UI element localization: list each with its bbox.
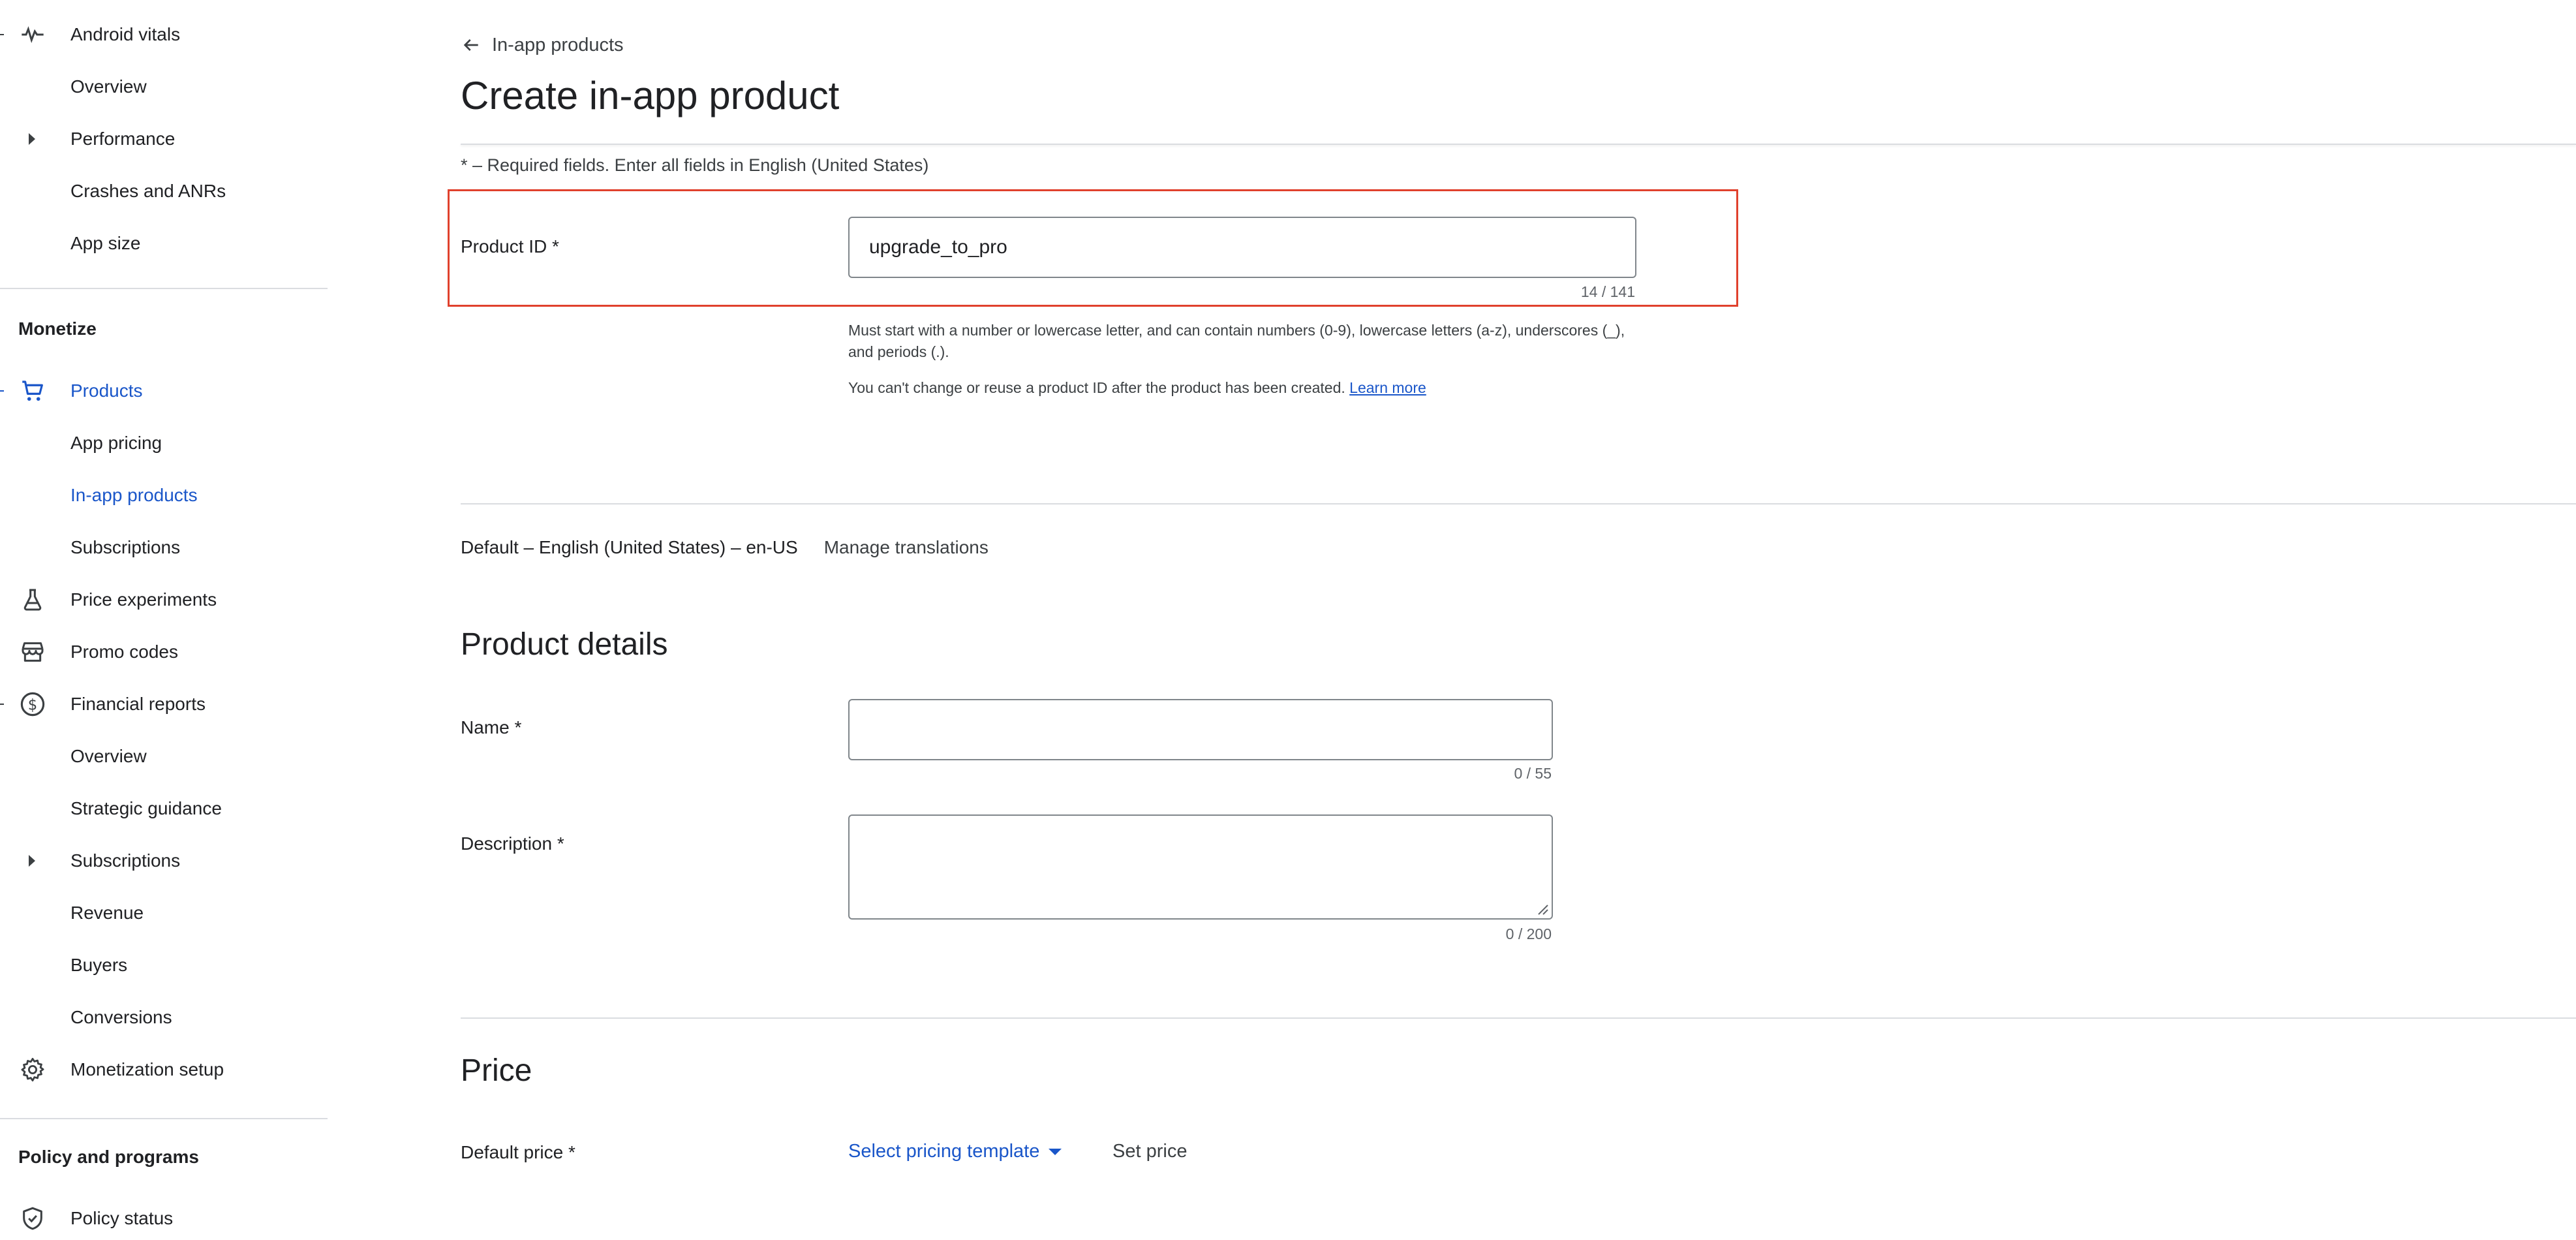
svg-text:$: $ <box>28 696 37 713</box>
sidebar-item-revenue[interactable]: Revenue <box>0 893 328 933</box>
sidebar-item-vitals-overview[interactable]: Overview <box>0 67 328 106</box>
product-id-help: Must start with a number or lowercase le… <box>848 322 1625 360</box>
section-heading-monetize: Monetize <box>18 318 97 339</box>
sidebar-item-label: Subscriptions <box>70 850 181 871</box>
product-id-counter: 14 / 141 <box>1580 283 1635 300</box>
sidebar-item-label: In-app products <box>70 485 198 505</box>
sidebar-divider <box>0 288 328 289</box>
sidebar-item-label: Overview <box>70 746 147 766</box>
vitals-icon <box>18 20 47 49</box>
sidebar-item-conversions[interactable]: Conversions <box>0 998 328 1037</box>
sidebar-item-label: Products <box>70 380 143 401</box>
sidebar-item-label: Subscriptions <box>70 537 181 557</box>
sidebar-item-crashes-anrs[interactable]: Crashes and ANRs <box>0 172 328 211</box>
sidebar-item-performance[interactable]: Performance <box>0 119 328 159</box>
sidebar-item-products[interactable]: Products <box>0 371 328 411</box>
sidebar-item-price-experiments[interactable]: Price experiments <box>0 580 328 619</box>
select-pricing-template-label: Select pricing template <box>848 1141 1040 1162</box>
dollar-circle-icon: $ <box>18 690 47 719</box>
back-link-label: In-app products <box>492 34 624 55</box>
default-price-label: Default price * <box>461 1142 575 1162</box>
sidebar-item-label: Promo codes <box>70 642 178 662</box>
arrow-back-icon <box>461 34 483 56</box>
sidebar-item-label: Buyers <box>70 955 128 975</box>
dropdown-caret-icon <box>1049 1148 1062 1155</box>
header-divider <box>461 144 2576 145</box>
sidebar-item-label: Crashes and ANRs <box>70 181 226 201</box>
sidebar-item-label: Overview <box>70 76 147 97</box>
sidebar-item-promo-codes[interactable]: Promo codes <box>0 632 328 672</box>
expand-indicator <box>0 390 4 392</box>
name-input[interactable] <box>848 699 1553 760</box>
language-row: Default – English (United States) – en-U… <box>461 537 989 558</box>
name-label: Name * <box>461 717 522 737</box>
product-id-warning: You can't change or reuse a product ID a… <box>848 379 1345 396</box>
sidebar-item-app-pricing[interactable]: App pricing <box>0 424 328 463</box>
flask-icon <box>18 585 47 614</box>
expand-indicator <box>0 34 4 35</box>
cart-icon <box>18 377 47 405</box>
manage-translations-button[interactable]: Manage translations <box>824 537 989 558</box>
store-icon <box>18 638 47 666</box>
sidebar-item-label: Performance <box>70 129 176 149</box>
sidebar-item-financial-subscriptions[interactable]: Subscriptions <box>0 841 328 880</box>
default-language: Default – English (United States) – en-U… <box>461 537 798 557</box>
sidebar-item-buyers[interactable]: Buyers <box>0 946 328 985</box>
required-fields-note: * – Required fields. Enter all fields in… <box>461 155 929 175</box>
section-heading-policy: Policy and programs <box>18 1147 199 1167</box>
gear-icon <box>18 1055 47 1084</box>
product-details-title: Product details <box>461 627 668 662</box>
set-price-button[interactable]: Set price <box>1112 1141 1187 1162</box>
sidebar-item-in-app-products[interactable]: In-app products <box>0 476 328 515</box>
sidebar-item-monetization-setup[interactable]: Monetization setup <box>0 1050 328 1089</box>
back-link[interactable]: In-app products <box>461 34 624 56</box>
sidebar-item-label: App pricing <box>70 433 162 453</box>
price-title: Price <box>461 1053 532 1088</box>
sidebar-item-financial-reports[interactable]: $ Financial reports <box>0 685 328 724</box>
sidebar-item-label: Conversions <box>70 1007 172 1027</box>
select-pricing-template-button[interactable]: Select pricing template <box>848 1141 1062 1162</box>
page-title: Create in-app product <box>461 74 840 117</box>
description-counter: 0 / 200 <box>1505 925 1552 942</box>
sidebar-item-financial-overview[interactable]: Overview <box>0 737 328 776</box>
name-counter: 0 / 55 <box>1514 765 1552 782</box>
product-id-input[interactable]: upgrade_to_pro <box>848 217 1636 278</box>
textarea-resize-handle[interactable] <box>1533 900 1549 916</box>
sidebar-item-subscriptions[interactable]: Subscriptions <box>0 528 328 567</box>
sidebar-item-label: Policy status <box>70 1208 174 1228</box>
sidebar-item-label: Monetization setup <box>70 1059 224 1079</box>
expand-arrow-icon[interactable] <box>29 855 35 867</box>
sidebar-divider <box>0 1118 328 1119</box>
product-id-help-2: You can't change or reuse a product ID a… <box>848 377 1631 399</box>
main-content: In-app products Create in-app product * … <box>328 0 2576 1240</box>
shield-check-icon <box>18 1204 47 1233</box>
sidebar-item-label: Price experiments <box>70 589 217 610</box>
section-divider <box>461 503 2576 504</box>
sidebar-item-android-vitals[interactable]: Android vitals <box>0 15 328 54</box>
sidebar-item-label: Android vitals <box>70 24 181 44</box>
sidebar-item-label: Strategic guidance <box>70 798 222 818</box>
description-label: Description * <box>461 833 564 854</box>
section-divider <box>461 1017 2576 1019</box>
sidebar-item-app-size[interactable]: App size <box>0 224 328 263</box>
sidebar-item-label: Financial reports <box>70 694 206 714</box>
learn-more-link[interactable]: Learn more <box>1349 379 1426 396</box>
sidebar-item-label: App size <box>70 233 141 253</box>
description-textarea[interactable] <box>848 814 1553 920</box>
sidebar: Android vitals Overview Performance Cras… <box>0 0 328 1240</box>
expand-indicator <box>0 704 4 705</box>
product-id-label: Product ID * <box>461 236 559 256</box>
sidebar-item-strategic-guidance[interactable]: Strategic guidance <box>0 789 328 828</box>
sidebar-item-label: Revenue <box>70 903 144 923</box>
expand-arrow-icon[interactable] <box>29 133 35 145</box>
sidebar-item-policy-status[interactable]: Policy status <box>0 1199 328 1238</box>
